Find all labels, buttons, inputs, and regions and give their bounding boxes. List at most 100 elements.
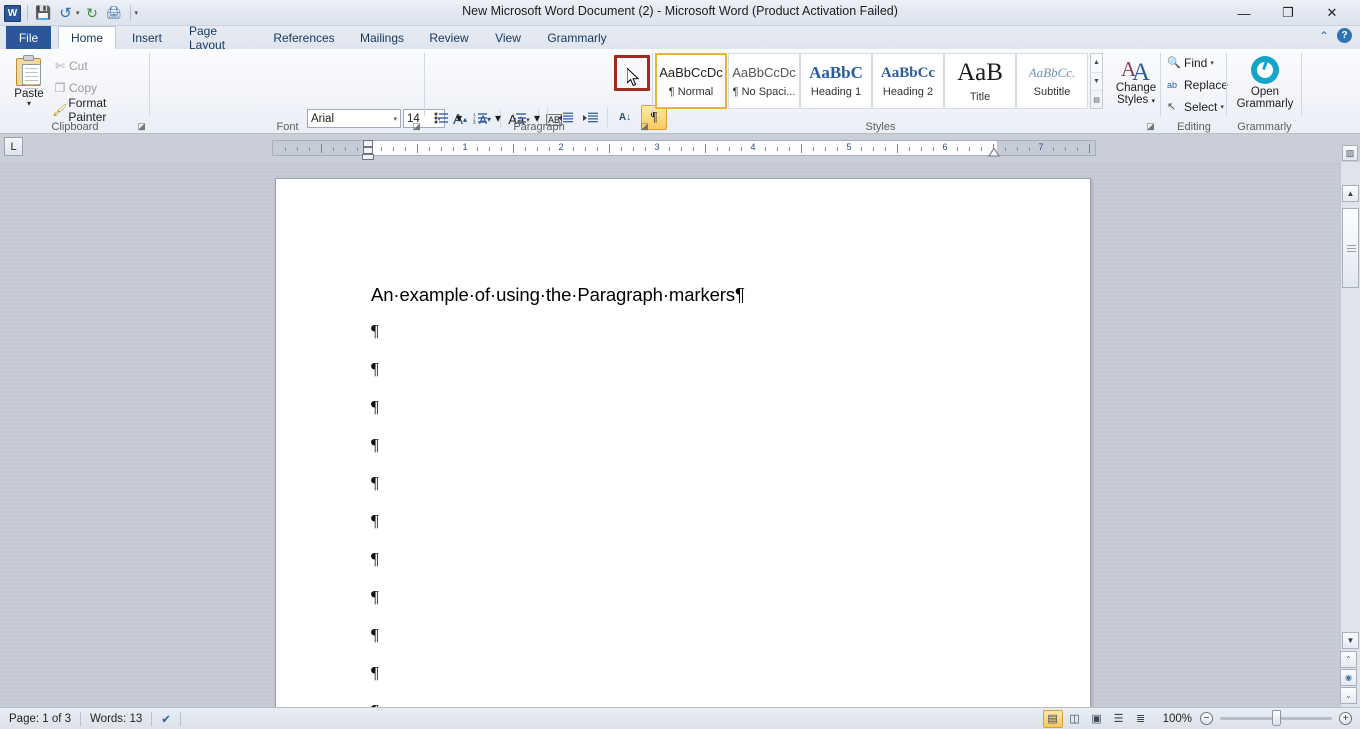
style-item-heading-2[interactable]: AaBbCc Heading 2	[872, 53, 944, 109]
paragraph-dialog-launcher[interactable]: ◪	[639, 121, 650, 132]
previous-page-button[interactable]: ⌃	[1340, 651, 1357, 668]
zoom-level-label[interactable]: 100%	[1163, 713, 1192, 725]
scroll-up-button[interactable]: ▲	[1342, 185, 1359, 202]
zoom-slider-thumb[interactable]	[1272, 710, 1281, 726]
outline-view-button[interactable]: ☰	[1109, 710, 1129, 728]
undo-icon[interactable]: ↺	[56, 4, 75, 23]
zoom-in-button[interactable]: +	[1339, 712, 1352, 725]
ruler-tick	[345, 147, 346, 151]
format-painter-button[interactable]: 🖌 Format Painter	[46, 96, 150, 124]
paste-caret[interactable]: ▾	[27, 100, 31, 108]
tab-file[interactable]: File	[6, 26, 51, 49]
help-icon[interactable]: ?	[1337, 28, 1352, 43]
undo-dropdown-caret[interactable]: ▾	[76, 9, 80, 17]
styles-dialog-launcher[interactable]: ◪	[1145, 121, 1156, 132]
find-caret[interactable]: ▾	[1210, 59, 1214, 67]
select-button[interactable]: ↖ Select ▾	[1162, 96, 1229, 117]
web-layout-view-button[interactable]: ▣	[1087, 710, 1107, 728]
find-button[interactable]: 🔍 Find ▾	[1162, 52, 1219, 73]
tab-insert[interactable]: Insert	[122, 26, 172, 49]
font-dialog-launcher[interactable]: ◪	[411, 121, 422, 132]
style-item-heading-1[interactable]: AaBbC Heading 1	[800, 53, 872, 109]
style-item-title[interactable]: AaB Title	[944, 53, 1016, 109]
style-name: ¶ Normal	[668, 85, 714, 98]
collapse-ribbon-icon[interactable]: ⌃	[1319, 29, 1329, 43]
horizontal-ruler[interactable]: 1 2 3 4 5 6 7	[272, 140, 1096, 156]
replace-button[interactable]: ab Replace	[1162, 74, 1233, 95]
tab-stop-selector[interactable]: L	[4, 137, 23, 156]
paragraph-mark[interactable]: ¶	[371, 549, 379, 569]
ruler-tick	[921, 147, 922, 151]
select-browse-object-button[interactable]: ◉	[1340, 669, 1357, 686]
vertical-scrollbar[interactable]: ▲ ⌃ ◉ ⌄ ▼	[1340, 162, 1360, 707]
paragraph-mark[interactable]: ¶	[371, 625, 379, 645]
right-indent-marker[interactable]	[988, 148, 1000, 157]
tab-page-layout[interactable]: Page Layout	[177, 24, 259, 52]
restore-button[interactable]: ❐	[1266, 1, 1310, 25]
page-indicator[interactable]: Page: 1 of 3	[0, 709, 80, 729]
document-canvas[interactable]: An·example·of·using·the·Paragraph·marker…	[0, 162, 1340, 707]
print-preview-icon[interactable]: 🖨	[105, 4, 124, 23]
hanging-indent-marker[interactable]	[363, 147, 373, 154]
ruler-number: 3	[654, 142, 660, 152]
styles-gallery-scroll[interactable]: ▲ ▼ ▤	[1090, 53, 1103, 109]
tab-view[interactable]: View	[483, 26, 533, 49]
ruler-tick	[621, 147, 622, 151]
open-grammarly-button[interactable]: Open Grammarly	[1233, 53, 1297, 119]
tab-grammarly[interactable]: Grammarly	[538, 26, 616, 49]
close-button[interactable]: ✕	[1310, 1, 1354, 25]
next-page-button[interactable]: ⌄	[1340, 687, 1357, 704]
style-preview: AaBbCcDc	[732, 64, 796, 80]
ruler-tick	[381, 147, 382, 151]
paragraph-mark[interactable]: ¶	[371, 587, 379, 607]
document-heading-text[interactable]: An·example·of·using·the·Paragraph·marker…	[371, 284, 1031, 306]
style-item-no-spacing[interactable]: AaBbCcDc ¶ No Spaci...	[728, 53, 800, 109]
save-icon[interactable]: 💾	[34, 4, 53, 23]
word-count[interactable]: Words: 13	[81, 709, 151, 729]
draft-view-button[interactable]: ≣	[1131, 710, 1151, 728]
paragraph-mark[interactable]: ¶	[371, 397, 379, 417]
change-styles-caret: ▾	[1151, 98, 1156, 105]
ruler-tick	[441, 147, 442, 151]
select-caret[interactable]: ▾	[1220, 103, 1224, 111]
zoom-slider-track[interactable]	[1220, 710, 1332, 726]
tab-references[interactable]: References	[264, 26, 344, 49]
first-line-indent-marker[interactable]	[363, 140, 373, 147]
ruler-tick	[453, 147, 454, 151]
style-item-subtitle[interactable]: AaBbCc. Subtitle	[1016, 53, 1088, 109]
scroll-down-button[interactable]: ▼	[1342, 632, 1359, 649]
clipboard-dialog-launcher[interactable]: ◪	[136, 121, 147, 132]
ribbon-group-styles: AaBbCcDc ¶ Normal AaBbCcDc ¶ No Spaci...…	[653, 49, 1161, 134]
tab-mailings[interactable]: Mailings	[349, 26, 415, 49]
cut-button[interactable]: ✄ Cut	[46, 55, 93, 76]
styles-scroll-down-icon[interactable]: ▼	[1091, 73, 1102, 92]
document-map-button[interactable]: ▨	[1342, 145, 1358, 161]
ruler-tick	[669, 147, 670, 151]
ruler-tick	[585, 147, 586, 151]
paragraph-mark[interactable]: ¶	[371, 321, 379, 341]
proofing-status-icon[interactable]: ✔	[152, 709, 180, 729]
redo-icon[interactable]: ↻	[83, 4, 102, 23]
paragraph-mark[interactable]: ¶	[371, 473, 379, 493]
change-styles-button[interactable]: A A Change Styles ▾	[1111, 52, 1161, 118]
paragraph-mark[interactable]: ¶	[371, 511, 379, 531]
styles-more-icon[interactable]: ▤	[1091, 91, 1102, 110]
full-screen-reading-view-button[interactable]: ◫	[1065, 710, 1085, 728]
view-and-zoom-controls: ▤ ◫ ▣ ☰ ≣ 100% − +	[1042, 709, 1360, 728]
styles-scroll-up-icon[interactable]: ▲	[1091, 54, 1102, 73]
print-layout-view-button[interactable]: ▤	[1042, 709, 1063, 728]
scrollbar-grip	[1347, 245, 1356, 254]
customize-qat-caret[interactable]: ▾	[135, 9, 139, 17]
tab-home[interactable]: Home	[58, 26, 116, 49]
ruler-tick	[633, 147, 634, 151]
minimize-button[interactable]: —	[1222, 1, 1266, 25]
tab-review[interactable]: Review	[420, 26, 478, 49]
paragraph-mark[interactable]: ¶	[371, 435, 379, 455]
zoom-out-button[interactable]: −	[1200, 712, 1213, 725]
scrollbar-thumb[interactable]	[1342, 208, 1359, 288]
paragraph-mark[interactable]: ¶	[371, 663, 379, 683]
left-indent-marker[interactable]	[362, 154, 374, 160]
document-page[interactable]: An·example·of·using·the·Paragraph·marker…	[275, 178, 1091, 707]
paragraph-mark[interactable]: ¶	[371, 359, 379, 379]
style-item-normal[interactable]: AaBbCcDc ¶ Normal	[655, 53, 727, 109]
